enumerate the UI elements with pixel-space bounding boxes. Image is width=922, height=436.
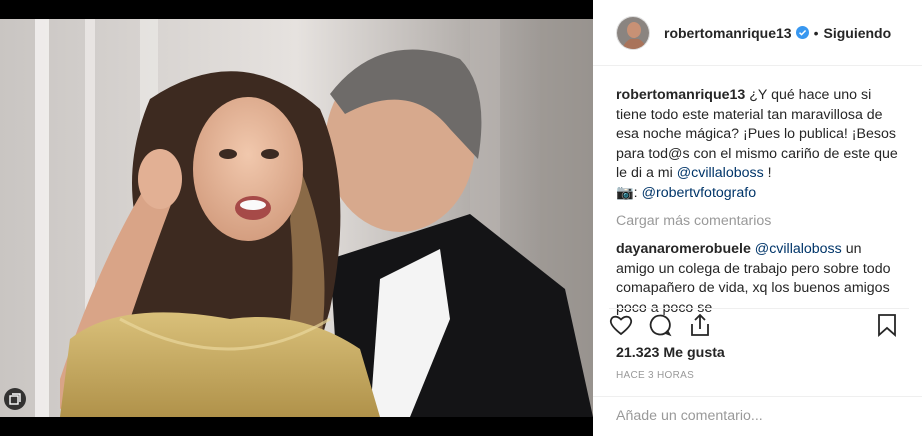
- share-icon[interactable]: [686, 311, 714, 339]
- post-photo[interactable]: [0, 19, 593, 417]
- avatar[interactable]: [616, 15, 650, 50]
- credit-mention[interactable]: @robertvfotografo: [642, 185, 757, 201]
- follow-button[interactable]: Siguiendo: [824, 25, 892, 41]
- post-actions: [609, 308, 909, 342]
- heart-icon[interactable]: [607, 311, 635, 339]
- post-timestamp: HACE 3 HORAS: [616, 370, 695, 381]
- caption-end: !: [763, 165, 772, 182]
- post-header: robertomanrique13 • Siguiendo: [593, 0, 922, 66]
- comment-input[interactable]: Añade un comentario...: [593, 396, 922, 436]
- likes-count[interactable]: 21.323 Me gusta: [616, 345, 725, 361]
- post-side-panel: robertomanrique13 • Siguiendo robertoman…: [593, 0, 922, 436]
- verified-badge-icon: [795, 26, 809, 39]
- header-separator: •: [813, 24, 819, 41]
- comment-bubble-icon[interactable]: [646, 311, 674, 339]
- comment-mention[interactable]: @cvillaloboss: [755, 241, 842, 257]
- post-image: [0, 19, 593, 417]
- load-more-comments[interactable]: Cargar más comentarios: [593, 212, 922, 232]
- credit-prefix: :: [633, 184, 642, 201]
- post-photo-pane: [0, 0, 593, 436]
- bookmark-icon[interactable]: [873, 311, 901, 339]
- caption-mention[interactable]: @cvillaloboss: [677, 165, 764, 181]
- comment-username[interactable]: dayanaromerobuele: [616, 241, 751, 257]
- gallery-icon[interactable]: [4, 388, 26, 410]
- post-caption: robertomanrique13 ¿Y qué hace uno si tie…: [593, 66, 922, 204]
- header-username[interactable]: robertomanrique13: [664, 25, 792, 41]
- caption-username[interactable]: robertomanrique13: [616, 87, 745, 103]
- camera-emoji-icon: 📷: [616, 184, 634, 201]
